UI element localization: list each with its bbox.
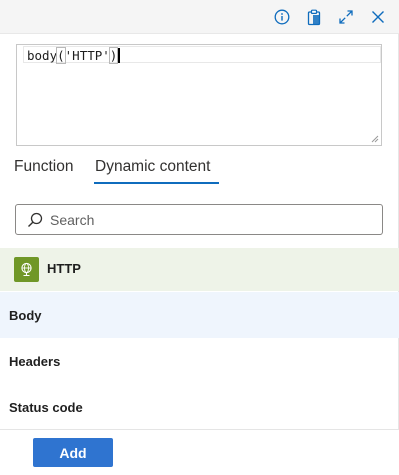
group-header-http[interactable]: HTTP bbox=[0, 248, 399, 291]
group-title: HTTP bbox=[47, 261, 81, 276]
add-button[interactable]: Add bbox=[33, 438, 113, 467]
content-tabs: Function Dynamic content bbox=[0, 155, 399, 185]
expand-icon[interactable] bbox=[334, 5, 358, 29]
text-caret bbox=[118, 48, 121, 63]
expression-open-paren: ( bbox=[56, 47, 66, 64]
list-item-label: Body bbox=[9, 308, 42, 323]
expression-panel: body('HTTP') Function Dynamic content HT… bbox=[0, 0, 399, 475]
tab-dynamic-content[interactable]: Dynamic content bbox=[95, 155, 210, 185]
expression-close-paren: ) bbox=[108, 47, 119, 64]
active-tab-indicator bbox=[94, 182, 219, 184]
panel-toolbar bbox=[0, 0, 399, 34]
resize-grip-icon[interactable] bbox=[370, 134, 379, 143]
search-icon bbox=[28, 212, 43, 227]
list-item-status-code[interactable]: Status code bbox=[0, 384, 399, 430]
info-icon[interactable] bbox=[270, 5, 294, 29]
search-box[interactable] bbox=[15, 204, 383, 235]
tab-function[interactable]: Function bbox=[14, 155, 73, 185]
globe-icon bbox=[14, 257, 39, 282]
expression-editor[interactable]: body('HTTP') bbox=[16, 44, 382, 146]
panel-footer: Add bbox=[0, 429, 399, 475]
close-icon[interactable] bbox=[366, 5, 390, 29]
clipboard-icon[interactable] bbox=[302, 5, 326, 29]
list-item-headers[interactable]: Headers bbox=[0, 338, 399, 384]
expression-argument: 'HTTP' bbox=[64, 48, 110, 63]
expression-function: body bbox=[27, 48, 58, 63]
list-item-label: Status code bbox=[9, 400, 83, 415]
list-item-label: Headers bbox=[9, 354, 61, 369]
expression-code[interactable]: body('HTTP') bbox=[27, 47, 121, 64]
list-item-body[interactable]: Body bbox=[0, 292, 399, 338]
search-input[interactable] bbox=[50, 209, 370, 231]
